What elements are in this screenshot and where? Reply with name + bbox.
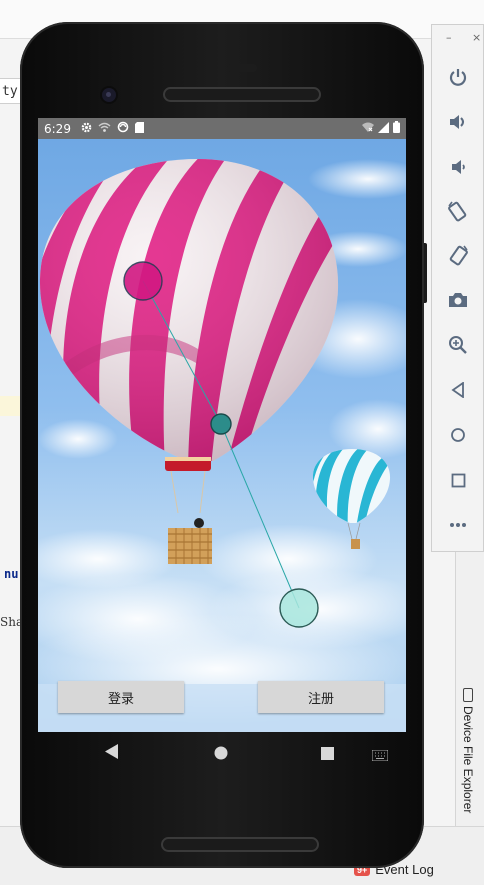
phone-screen: 6:29 登录 注册 [38,118,406,732]
status-time: 6:29 [44,121,71,136]
sync-icon [117,121,129,136]
sdcard-icon [134,121,144,136]
keyboard-icon[interactable] [371,746,389,765]
device-file-explorer-tab[interactable]: Device File Explorer [456,688,480,838]
status-bar: 6:29 [38,118,406,139]
login-button[interactable]: 登录 [58,681,184,713]
recents-icon[interactable] [321,745,334,764]
close-icon[interactable]: × [472,31,481,44]
phone-sensor [227,64,257,72]
gear-icon [81,122,92,136]
overview-icon[interactable] [446,468,470,492]
navigation-bar [38,734,406,770]
camera-icon[interactable] [446,288,470,312]
front-camera-icon [102,88,116,102]
minimize-icon[interactable]: – [446,31,452,44]
home-icon[interactable] [214,745,228,764]
back-icon[interactable] [105,744,119,763]
balloon-scene-svg [38,139,406,732]
zoom-icon[interactable] [446,333,470,357]
no-signal-icon [98,122,111,136]
balloon-background-image [38,139,406,732]
emulator-control-panel: – × [431,24,484,552]
power-icon[interactable] [446,65,470,89]
code-fragment: nu [4,567,19,581]
back-icon[interactable] [446,378,470,402]
bottom-speaker [163,839,317,850]
home-icon[interactable] [446,423,470,447]
volume-down-icon[interactable] [446,155,470,179]
emulator-window-controls: – × [432,31,484,45]
volume-up-icon[interactable] [446,110,470,134]
device-file-explorer-label: Device File Explorer [461,706,475,814]
rotate-left-icon[interactable] [446,199,470,223]
more-icon[interactable] [446,513,470,537]
earpiece-speaker [165,89,319,100]
register-button[interactable]: 注册 [258,681,384,713]
battery-icon [393,121,400,136]
signal-icon [378,121,389,136]
wifi-icon [362,122,374,136]
rotate-right-icon[interactable] [446,243,470,267]
device-icon [463,688,473,702]
